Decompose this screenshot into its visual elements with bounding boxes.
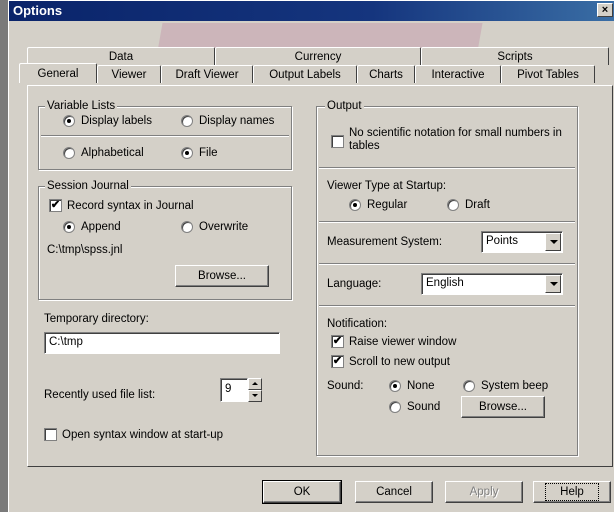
measurement-label: Measurement System: [327,236,443,248]
sound-none-label: None [407,380,435,392]
journal-path: C:\tmp\spss.jnl [47,244,123,256]
display-names-label: Display names [199,115,275,127]
output-title: Output [325,99,364,113]
alphabetical-radio[interactable] [63,147,75,159]
language-value: English [426,277,464,289]
regular-radio[interactable] [349,199,361,211]
divider [319,263,575,265]
display-labels-label: Display labels [81,115,152,127]
no-sci-notation-label: No scientific notation for small numbers… [349,127,562,152]
record-syntax-checkbox[interactable]: ✔ [49,199,62,212]
divider [319,221,575,223]
temp-directory-label: Temporary directory: [44,313,149,325]
viewer-type-label: Viewer Type at Startup: [327,180,447,192]
display-names-radio[interactable] [181,115,193,127]
open-syntax-checkbox[interactable] [44,428,57,441]
session-journal-title: Session Journal [45,179,131,193]
alphabetical-label: Alphabetical [81,147,144,159]
radio-selected-dot [67,225,71,229]
open-syntax-label: Open syntax window at start-up [62,429,224,441]
sound-label: Sound: [327,380,364,392]
no-sci-notation-checkbox[interactable] [331,135,344,148]
file-radio[interactable] [181,147,193,159]
recent-files-label: Recently used file list: [44,389,156,401]
options-dialog: Options × Data Currency Scripts General … [8,0,614,512]
tab-row-back: Data Currency Scripts [27,47,609,65]
system-beep-label: System beep [481,380,549,392]
chevron-down-icon[interactable] [545,275,561,293]
session-journal-group: Session Journal ✔ Record syntax in Journ… [38,179,292,300]
tab-output-labels[interactable]: Output Labels [253,65,357,83]
sound-browse-button[interactable]: Browse... [461,396,545,418]
radio-selected-dot [393,384,397,388]
help-button-label: Help [545,483,599,501]
tab-currency[interactable]: Currency [215,47,421,65]
system-beep-radio[interactable] [463,380,475,392]
draft-radio[interactable] [447,199,459,211]
cancel-button[interactable]: Cancel [355,481,433,503]
radio-selected-dot [353,203,357,207]
output-group: Output No scientific notation for small … [316,99,578,456]
chevron-down-icon[interactable] [545,233,561,251]
divider [319,305,575,307]
record-syntax-label: Record syntax in Journal [67,200,194,212]
scroll-new-output-label: Scroll to new output [349,356,451,368]
sound-file-label: Sound [407,401,441,413]
raise-viewer-checkbox[interactable]: ✔ [331,335,344,348]
tab-general[interactable]: General [19,63,97,83]
spin-down-icon[interactable] [248,390,262,402]
raise-viewer-label: Raise viewer window [349,336,457,348]
display-labels-radio[interactable] [63,115,75,127]
overwrite-label: Overwrite [199,221,249,233]
append-label: Append [81,221,121,233]
close-icon[interactable]: × [597,3,613,17]
measurement-value: Points [486,235,518,247]
ok-button[interactable]: OK [262,480,342,504]
apply-button[interactable]: Apply [445,481,523,503]
file-label: File [199,147,218,159]
variable-lists-title: Variable Lists [45,99,118,113]
journal-browse-button[interactable]: Browse... [175,265,269,287]
help-button[interactable]: Help [533,481,611,503]
tab-row-front: General Viewer Draft Viewer Output Label… [19,63,595,83]
notification-label: Notification: [327,318,388,330]
spin-up-icon[interactable] [248,378,262,390]
tab-draft-viewer[interactable]: Draft Viewer [161,65,253,83]
sound-none-radio[interactable] [389,380,401,392]
regular-label: Regular [367,199,408,211]
language-select[interactable]: English [421,273,563,295]
sound-file-radio[interactable] [389,401,401,413]
tab-viewer[interactable]: Viewer [97,65,161,83]
tab-pivot-tables[interactable]: Pivot Tables [501,65,595,83]
general-tab-panel: Variable Lists Display labels Display na… [27,85,613,467]
tab-scripts[interactable]: Scripts [421,47,609,65]
divider [41,135,289,137]
measurement-select[interactable]: Points [481,231,563,253]
draft-label: Draft [465,199,490,211]
temp-directory-input[interactable]: C:\tmp [44,332,280,354]
tab-interactive[interactable]: Interactive [415,65,501,83]
variable-lists-group: Variable Lists Display labels Display na… [38,99,292,170]
tab-charts[interactable]: Charts [357,65,415,83]
dialog-title: Options [13,3,63,18]
title-bar: Options × [9,1,614,21]
recent-files-input[interactable]: 9 [220,378,248,402]
language-label: Language: [327,278,382,290]
radio-selected-dot [185,151,189,155]
radio-selected-dot [67,119,71,123]
overwrite-radio[interactable] [181,221,193,233]
divider [319,167,575,169]
append-radio[interactable] [63,221,75,233]
scroll-new-output-checkbox[interactable]: ✔ [331,355,344,368]
